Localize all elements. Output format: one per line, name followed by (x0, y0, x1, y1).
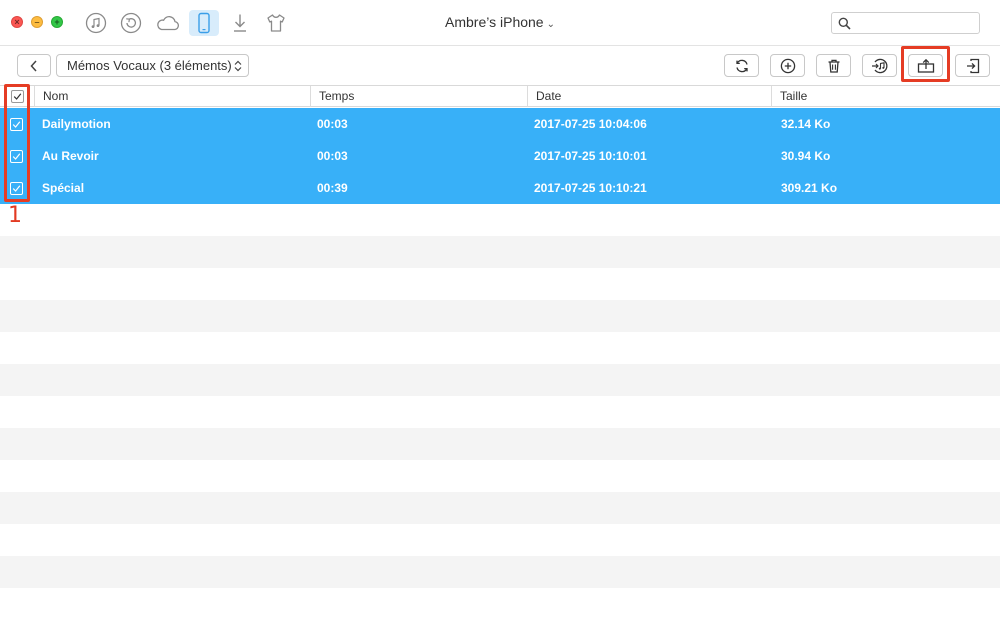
nav-download[interactable] (225, 10, 255, 36)
chevron-down-icon: ⌄ (546, 19, 555, 30)
to-itunes-icon (871, 58, 887, 73)
table-row[interactable]: Spécial 00:39 2017-07-25 10:10:21 309.21… (0, 172, 1000, 204)
cell-time: 00:03 (317, 149, 348, 163)
refresh-icon (735, 59, 748, 72)
empty-row (0, 492, 1000, 524)
nav-icloud[interactable] (153, 10, 183, 36)
category-select[interactable]: Mémos Vocaux (3 éléments) (56, 54, 249, 77)
send-to-device-button[interactable] (955, 54, 990, 77)
add-icon (780, 58, 795, 73)
download-icon (234, 14, 246, 32)
search-input[interactable] (854, 15, 974, 31)
trash-icon (828, 59, 839, 73)
callout-number-one: 1 (8, 203, 22, 228)
device-name: Ambre’s iPhone (445, 14, 544, 30)
cell-name: Spécial (42, 181, 85, 195)
category-label: Mémos Vocaux (3 éléments) (67, 58, 232, 73)
close-icon: × (14, 17, 20, 27)
refresh-button[interactable] (724, 54, 759, 77)
cell-size: 309.21 Ko (781, 181, 838, 195)
column-header-size[interactable]: Taille (771, 86, 1000, 107)
table-row[interactable]: Dailymotion 00:03 2017-07-25 10:04:06 32… (0, 108, 1000, 140)
column-header-time[interactable]: Temps (310, 86, 527, 107)
empty-row (0, 396, 1000, 428)
toolbar: Mémos Vocaux (3 éléments) (0, 46, 1000, 86)
callout-highlight-checkboxes (4, 84, 30, 202)
column-header-date[interactable]: Date (527, 86, 771, 107)
to-device-icon (966, 58, 979, 73)
empty-row (0, 460, 1000, 492)
empty-row (0, 204, 1000, 236)
empty-row (0, 556, 1000, 588)
column-header-name[interactable]: Nom (34, 86, 310, 107)
nav-backup[interactable] (116, 10, 146, 36)
nav-toolkit[interactable] (261, 10, 291, 36)
table-row[interactable]: Au Revoir 00:03 2017-07-25 10:10:01 30.9… (0, 140, 1000, 172)
callout-highlight-export (901, 46, 950, 82)
zoom-window-button[interactable]: + (51, 16, 63, 28)
phone-icon (198, 12, 210, 34)
cell-date: 2017-07-25 10:10:21 (534, 181, 647, 195)
search-icon (838, 17, 851, 30)
back-button[interactable] (17, 54, 51, 77)
music-icon (85, 12, 107, 34)
add-button[interactable] (770, 54, 805, 77)
empty-row (0, 428, 1000, 460)
empty-row (0, 300, 1000, 332)
cell-date: 2017-07-25 10:04:06 (534, 117, 647, 131)
send-to-itunes-button[interactable] (862, 54, 897, 77)
tshirt-icon (267, 14, 285, 32)
cell-name: Dailymotion (42, 117, 111, 131)
backup-icon (120, 12, 142, 34)
cell-date: 2017-07-25 10:10:01 (534, 149, 647, 163)
updown-chevron-icon (234, 60, 242, 72)
minimize-icon: – (34, 17, 40, 27)
nav-music[interactable] (81, 10, 111, 36)
nav-device[interactable] (189, 10, 219, 36)
minimize-window-button[interactable]: – (31, 16, 43, 28)
cell-size: 30.94 Ko (781, 149, 831, 163)
title-bar: × – + Ambre’s iPhone ⌄ (0, 0, 1000, 46)
empty-row (0, 236, 1000, 268)
delete-button[interactable] (816, 54, 851, 77)
empty-row (0, 268, 1000, 300)
empty-row (0, 524, 1000, 556)
zoom-icon: + (54, 17, 60, 27)
cell-name: Au Revoir (42, 149, 99, 163)
chevron-left-icon (30, 59, 37, 72)
cell-size: 32.14 Ko (781, 117, 831, 131)
empty-row (0, 332, 1000, 364)
cell-time: 00:39 (317, 181, 348, 195)
cell-time: 00:03 (317, 117, 348, 131)
empty-row (0, 364, 1000, 396)
cloud-icon (157, 16, 179, 31)
search-box[interactable] (831, 12, 980, 34)
table-header: Nom Temps Date Taille (0, 86, 1000, 107)
empty-row (0, 588, 1000, 621)
device-selector[interactable]: Ambre’s iPhone ⌄ (420, 14, 580, 30)
close-window-button[interactable]: × (11, 16, 23, 28)
